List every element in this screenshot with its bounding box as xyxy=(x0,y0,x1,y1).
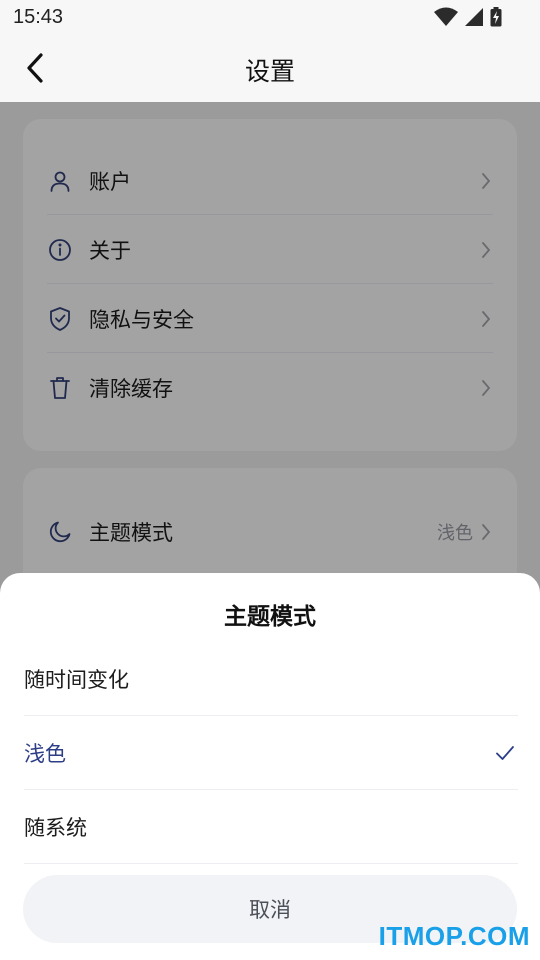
navigation-bar: 设置 xyxy=(0,36,540,102)
theme-option-by-time[interactable]: 随时间变化 xyxy=(24,642,518,716)
option-label: 浅色 xyxy=(24,742,66,766)
option-label: 随系统 xyxy=(24,816,87,840)
status-time: 15:43 xyxy=(13,6,64,28)
wifi-icon xyxy=(434,7,458,26)
status-bar: 15:43 xyxy=(0,0,540,36)
option-label: 随时间变化 xyxy=(24,668,129,692)
divider xyxy=(24,863,518,864)
signal-icon xyxy=(465,8,483,26)
status-icons xyxy=(434,7,502,27)
watermark: ITMOP.COM xyxy=(378,921,530,951)
sheet-title: 主题模式 xyxy=(224,604,316,630)
theme-option-light[interactable]: 浅色 xyxy=(24,716,518,790)
battery-charging-icon xyxy=(490,7,502,27)
page-title: 设置 xyxy=(244,57,295,86)
theme-bottom-sheet: 主题模式 随时间变化 浅色 随系统 取消 xyxy=(0,573,540,960)
check-icon xyxy=(496,746,514,760)
theme-option-system[interactable]: 随系统 xyxy=(24,790,518,864)
